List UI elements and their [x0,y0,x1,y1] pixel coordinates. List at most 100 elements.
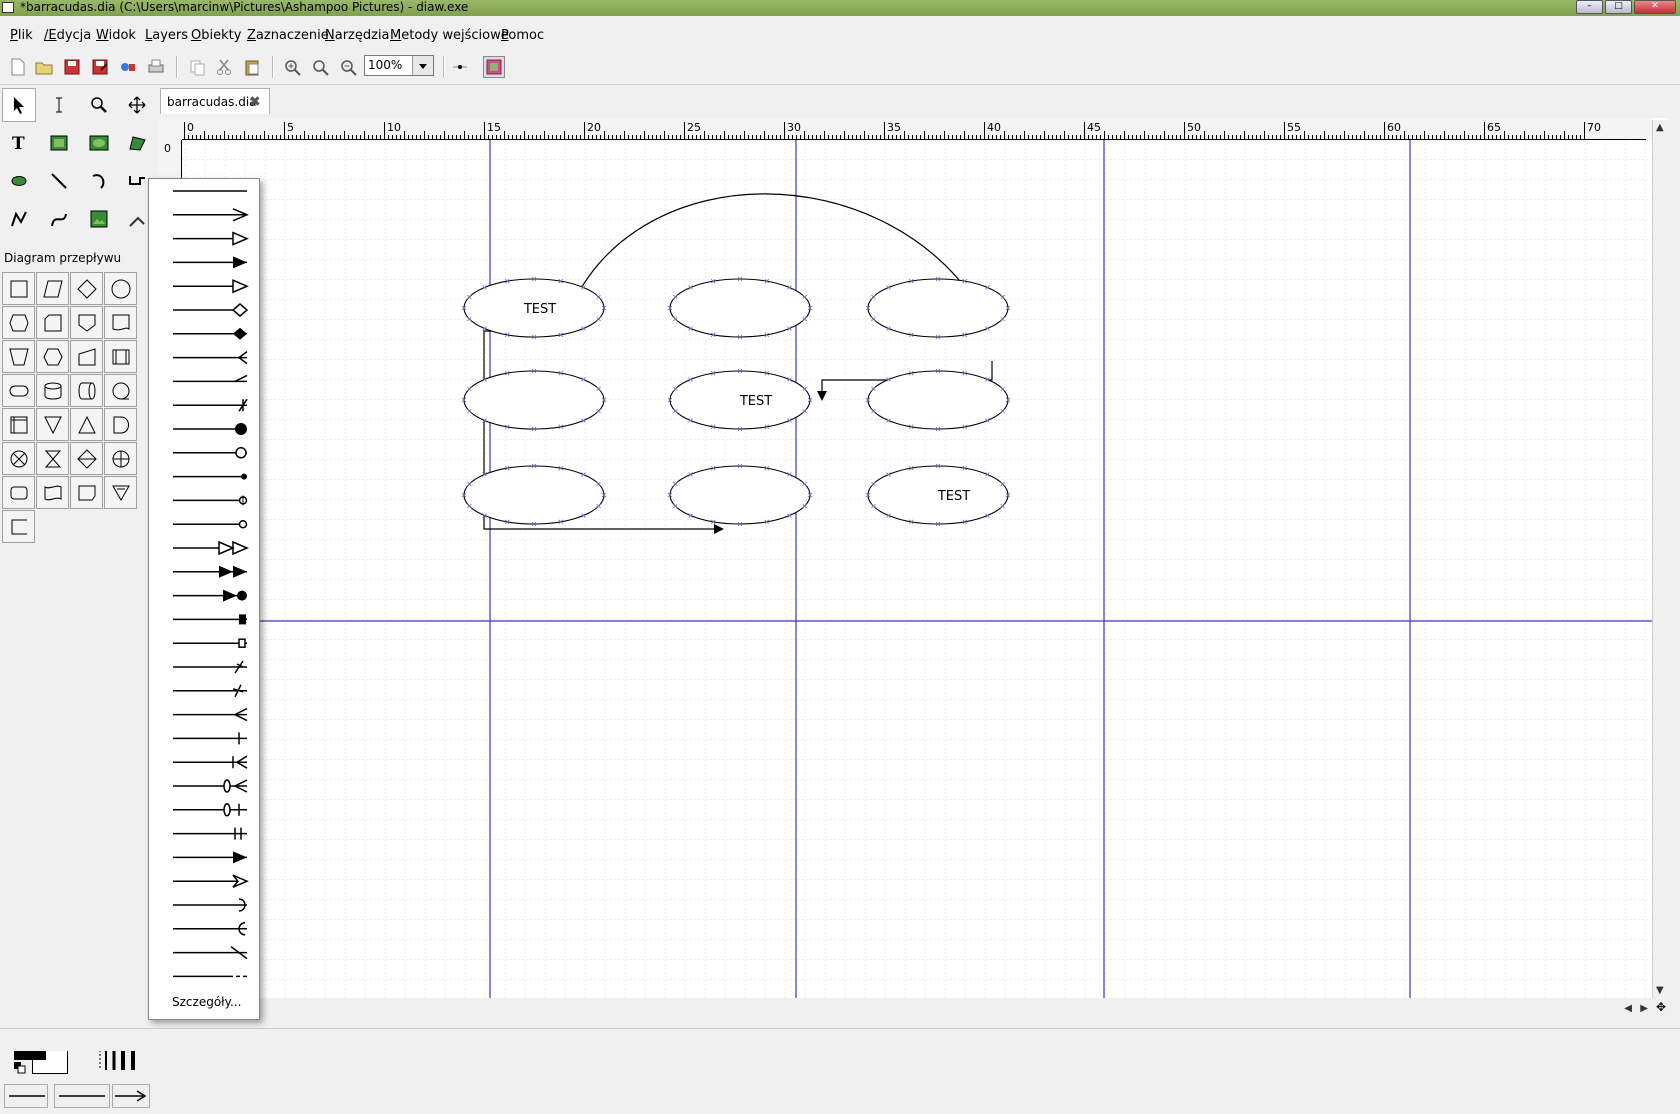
shape-hexagon[interactable] [36,340,69,373]
shape-offpage[interactable] [70,306,103,339]
reset-colors-icon[interactable] [14,1062,26,1077]
shape-collate[interactable] [36,442,69,475]
arrow-style-rounded[interactable] [173,898,247,912]
arrow-style-small-dot[interactable] [173,473,247,480]
copy-icon[interactable] [186,56,208,78]
line-icon[interactable] [42,164,76,198]
arrow-style-many[interactable] [173,755,248,769]
arrow-style-blanked-dot[interactable] [173,519,248,529]
arrow-style-one[interactable] [173,732,247,745]
shape-off-line-storage[interactable] [70,476,103,509]
flowchart-node[interactable] [461,463,607,527]
shape-manual-operation[interactable] [2,340,35,373]
paste-icon[interactable] [241,56,263,78]
maximize-button[interactable]: □ [1605,0,1632,14]
zoom-combo[interactable]: 100% [364,55,434,76]
bezier-line-icon[interactable] [42,202,76,236]
menu-pomoc[interactable]: Pomoc [501,28,544,44]
arrow-style-filled-concave[interactable] [173,851,247,864]
arrow-style-integral-symbol[interactable] [173,684,247,698]
arrow-style-double-hollow-triangle[interactable] [173,540,249,556]
flowchart-node[interactable]: TEST [667,368,813,432]
shape-extract[interactable] [70,408,103,441]
new-file-icon[interactable] [6,56,28,78]
close-button[interactable]: ✕ [1634,0,1676,14]
arrow-style-lines[interactable] [173,208,249,222]
arrow-style-open-rounded[interactable] [173,922,247,936]
arrow-style-filled-dot[interactable] [173,423,247,435]
shape-magnetic-disk[interactable] [36,374,69,407]
arrow-style-double-filled-triangle[interactable] [173,565,247,578]
shape-sort[interactable] [70,442,103,475]
polygon-icon[interactable] [120,126,154,160]
diagram-canvas[interactable]: 0 5 10 15 20 25 30 35 40 45 50 55 60 65 70 0 TEST TEST T… [158,118,1668,998]
arrow-style-half-head[interactable] [173,374,248,383]
start-arrow-selector[interactable] [4,1084,48,1108]
arrow-style-dimension-origin[interactable] [173,495,248,506]
export-icon[interactable] [117,56,139,78]
arrow-style-crow-foot-alt[interactable] [173,707,248,722]
zoom-value[interactable]: 100% [368,58,402,73]
shape-manual-input[interactable] [70,340,103,373]
shape-decision[interactable] [70,272,103,305]
arrow-style-blanked-box[interactable] [173,638,247,648]
menu-obiekty[interactable]: Obiekty [191,28,241,44]
flowchart-node[interactable]: TEST [461,276,607,340]
arrow-style-slash-arrow[interactable] [173,660,247,674]
shape-or[interactable] [104,442,137,475]
shape-merge[interactable] [36,408,69,441]
shape-connector[interactable] [104,272,137,305]
shape-preparation[interactable] [2,306,35,339]
arrow-style-filled-box[interactable] [173,614,247,625]
arrow-style-one-exactly[interactable] [173,827,247,840]
flowchart-node[interactable]: TEST [865,463,1011,527]
shape-internal-storage[interactable] [2,408,35,441]
ellipse-icon[interactable] [82,126,116,160]
minimize-button[interactable]: – [1576,0,1603,14]
open-folder-icon[interactable] [33,56,55,78]
flowchart-node[interactable] [461,368,607,432]
menu-widok[interactable]: Widok [96,28,136,44]
end-arrow-selector[interactable] [112,1084,150,1108]
text-edit-icon[interactable] [42,88,76,122]
arrow-style-slashed-cross[interactable] [173,398,248,412]
arrow-style-zero-or-many[interactable] [173,779,248,793]
arrow-style-filled-triangle[interactable] [173,256,247,269]
arrow-style-zero-or-one[interactable] [173,803,247,817]
navigate-icon[interactable]: ✥ [1654,1000,1668,1018]
menu-layers[interactable]: Layers [145,28,188,44]
tab-close-icon[interactable]: ✖ [249,95,261,109]
shape-terminal[interactable] [2,374,35,407]
shape-paper-tape[interactable] [36,476,69,509]
menu-narzedzia[interactable]: Narzędzia [325,28,390,44]
beziergon-icon[interactable] [2,164,36,198]
menu-plik[interactable]: Plik [10,28,33,44]
shape-transfer[interactable] [104,476,137,509]
scroll-icon[interactable] [120,88,154,122]
zoom-dropdown-button[interactable] [412,56,433,75]
shape-punched-card[interactable] [36,306,69,339]
shape-display[interactable] [2,476,35,509]
menu-metody-wejsciowe[interactable]: Metody wejściowe [390,28,509,44]
arrow-style-hollow-concave[interactable] [173,874,249,888]
save-icon[interactable] [61,56,83,78]
arrow-style-crow-foot[interactable] [173,351,248,365]
flowchart-node[interactable] [865,368,1011,432]
arrow-style-backslash[interactable] [173,946,248,960]
text-icon[interactable]: T [2,126,36,160]
shape-input-output[interactable] [36,272,69,305]
arrow-style-filled-diamond[interactable] [173,327,247,340]
arrow-style-unfilled-triangle[interactable] [173,279,249,294]
zoom-fit-icon[interactable] [309,56,331,78]
tab-barracudas[interactable]: barracudas.dia ✖ [160,88,270,114]
print-icon[interactable] [145,56,167,78]
shape-sequential-data[interactable] [104,374,137,407]
arrow-style-hollow-triangle[interactable] [173,231,249,246]
magnify-icon[interactable] [82,88,116,122]
zoom-out-icon[interactable] [337,56,359,78]
line-style-selector[interactable] [54,1084,110,1108]
cut-icon[interactable] [213,56,235,78]
arrow-style-filled-dot-n-triangle[interactable] [173,589,247,602]
save-as-icon[interactable] [89,56,111,78]
horizontal-scrollbar[interactable]: ◀ ▶ [258,1000,1654,1018]
